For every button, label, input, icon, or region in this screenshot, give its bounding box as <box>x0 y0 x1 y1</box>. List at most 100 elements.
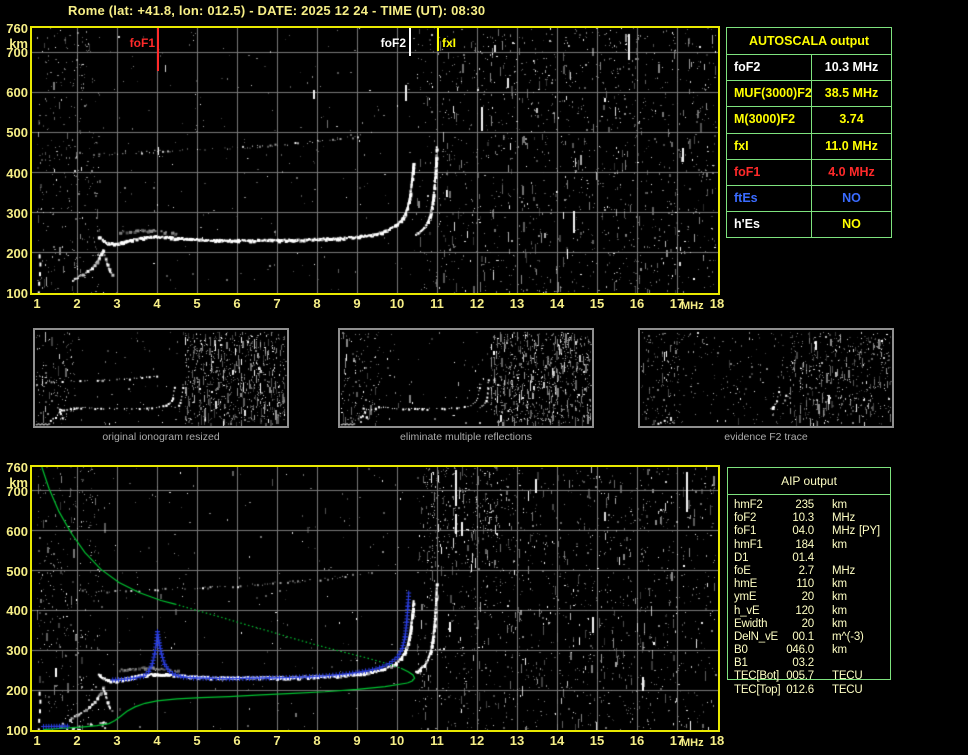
x-tick-10: 10 <box>389 733 405 748</box>
x-tick-8: 8 <box>313 296 321 311</box>
aip-value-hve: 120 <box>795 604 814 617</box>
autoscala-output-table: AUTOSCALA output foF2 10.3 MHz MUF(3000)F2… <box>726 27 892 239</box>
foF2-marker-line <box>409 28 411 56</box>
aip-unit-hme: km <box>832 578 847 591</box>
y-tick-600: 600 <box>6 85 28 101</box>
aip-unit-fof2: MHz <box>832 512 856 525</box>
aip-table-rows: hmF2 235 km foF2 10.3 MHz foF1 04.0 MHz [PY] hmF1 1… <box>728 499 890 697</box>
aip-row-b1: B1 03.2 <box>728 657 890 670</box>
x-tick-4: 4 <box>153 733 161 748</box>
y-tick-400: 400 <box>6 603 28 619</box>
aip-param-yme: ymE <box>734 591 757 604</box>
x-tick-4: 4 <box>153 296 161 311</box>
x-tick-9: 9 <box>353 296 361 311</box>
aip-row-fof1: foF1 04.0 MHz [PY] <box>728 525 890 538</box>
x-tick-8: 8 <box>313 733 321 748</box>
autoscala-value-fof1: 4.0 MHz <box>828 164 875 179</box>
autoscala-screen: Rome (lat: +41.8, lon: 012.5) - DATE: 20… <box>0 0 968 755</box>
aip-row-yme: ymE 20 km <box>728 591 890 604</box>
x-tick-6: 6 <box>233 733 241 748</box>
aip-value-fof1: 04.0 <box>792 525 814 538</box>
foF2-marker-label: foF2 <box>380 36 406 50</box>
foF1-marker-label: foF1 <box>129 36 155 50</box>
top-ionogram-plot: foF1 foF2 fxI <box>30 26 720 295</box>
x-tick-10: 10 <box>389 296 405 311</box>
x-tick-13: 13 <box>509 733 525 748</box>
top-ionogram-canvas <box>32 28 718 293</box>
aip-row-foe: foE 2.7 MHz <box>728 565 890 578</box>
autoscala-param-ftes: ftEs <box>727 185 812 212</box>
aip-param-hmf1: hmF1 <box>734 538 763 551</box>
autoscala-row-muf3000f2: MUF(3000)F2 38.5 MHz <box>727 80 891 107</box>
x-tick-13: 13 <box>509 296 525 311</box>
autoscala-row-ftes: ftEs NO <box>727 184 891 212</box>
aip-row-hme: hmE 110 km <box>728 578 890 591</box>
autoscala-param-hes: h'Es <box>727 212 812 238</box>
x-tick-15: 15 <box>589 733 605 748</box>
aip-unit-hmf2: km <box>832 499 847 511</box>
y-tick-300: 300 <box>6 205 28 221</box>
autoscala-param-fof1: foF1 <box>727 159 812 185</box>
thumbnail-original-canvas <box>35 330 287 426</box>
aip-row-d1: D1 01.4 <box>728 552 890 565</box>
autoscala-row-m3000f2: M(3000)F2 3.74 <box>727 106 891 133</box>
aip-unit-hmf1: km <box>832 538 847 551</box>
x-tick-1: 1 <box>33 296 41 311</box>
x-tick-11: 11 <box>430 296 444 311</box>
aip-table-title: AIP output <box>781 474 837 488</box>
aip-value-hmf2: 235 <box>795 499 814 511</box>
aip-value-tecbot: 005.7 <box>786 670 814 683</box>
aip-row-hve: h_vE 120 km <box>728 605 890 618</box>
y-tick-200: 200 <box>6 683 28 699</box>
autoscala-value-ftes: NO <box>842 190 861 205</box>
aip-value-hmf1: 184 <box>795 538 814 551</box>
aip-param-ewidth: Ewidth <box>734 617 768 630</box>
aip-param-d1: D1 <box>734 551 749 564</box>
autoscala-row-fof2: foF2 10.3 MHz <box>727 54 891 81</box>
thumbnail-caption-original: original ionogram resized <box>102 431 220 443</box>
thumbnail-evidence-f2 <box>638 328 894 428</box>
bottom-ionogram-plot <box>30 465 720 732</box>
aip-value-b1: 03.2 <box>792 657 814 670</box>
autoscala-row-hes: h'Es NO <box>727 211 891 238</box>
x-tick-18: 18 <box>709 296 725 311</box>
x-tick-2: 2 <box>73 296 81 311</box>
x-tick-7: 7 <box>273 733 281 748</box>
autoscala-param-fxi: fxI <box>727 133 812 159</box>
aip-value-yme: 20 <box>801 591 815 604</box>
aip-row-delnve: DelN_vE 00.1 m^(-3) <box>728 631 890 644</box>
x-tick-12: 12 <box>469 296 485 311</box>
aip-param-fof2: foF2 <box>734 512 757 525</box>
aip-title-divider <box>728 494 890 495</box>
x-axis-unit: MHz <box>681 737 704 749</box>
thumbnail-caption-eliminate: eliminate multiple reflections <box>400 431 532 443</box>
aip-unit-hve: km <box>832 604 847 617</box>
aip-row-b0: B0 046.0 km <box>728 644 890 657</box>
aip-unit-tectop: TECU <box>832 683 863 696</box>
foF1-marker-line <box>157 28 159 71</box>
autoscala-value-m3000f2: 3.74 <box>839 112 864 127</box>
autoscala-row-fxi: fxI 11.0 MHz <box>727 132 891 159</box>
y-tick-500: 500 <box>6 563 28 579</box>
aip-unit-delnve: m^(-3) <box>832 630 864 643</box>
bottom-ionogram-canvas <box>32 467 718 730</box>
aip-unit-yme: km <box>832 591 847 604</box>
x-tick-18: 18 <box>709 733 725 748</box>
x-axis-unit: MHz <box>681 300 704 312</box>
y-tick-700: 700 <box>6 45 28 61</box>
aip-output-box: AIP output hmF2 235 km foF2 10.3 MHz foF1 04.0 M… <box>727 467 891 696</box>
aip-value-delnve: 00.1 <box>792 630 814 643</box>
x-tick-3: 3 <box>113 296 121 311</box>
x-tick-5: 5 <box>193 733 201 748</box>
x-tick-3: 3 <box>113 733 121 748</box>
aip-unit-b0: km <box>832 644 847 657</box>
aip-param-b0: B0 <box>734 644 748 657</box>
autoscala-param-muf3000f2: MUF(3000)F2 <box>727 81 812 107</box>
aip-value-foe: 2.7 <box>798 564 815 577</box>
x-tick-16: 16 <box>629 733 645 748</box>
autoscala-value-fof2: 10.3 MHz <box>824 60 879 74</box>
y-tick-700: 700 <box>6 483 28 499</box>
aip-value-tectop: 012.6 <box>786 683 814 696</box>
aip-value-ewidth: 20 <box>801 617 815 630</box>
aip-unit-foe: MHz <box>832 564 856 577</box>
